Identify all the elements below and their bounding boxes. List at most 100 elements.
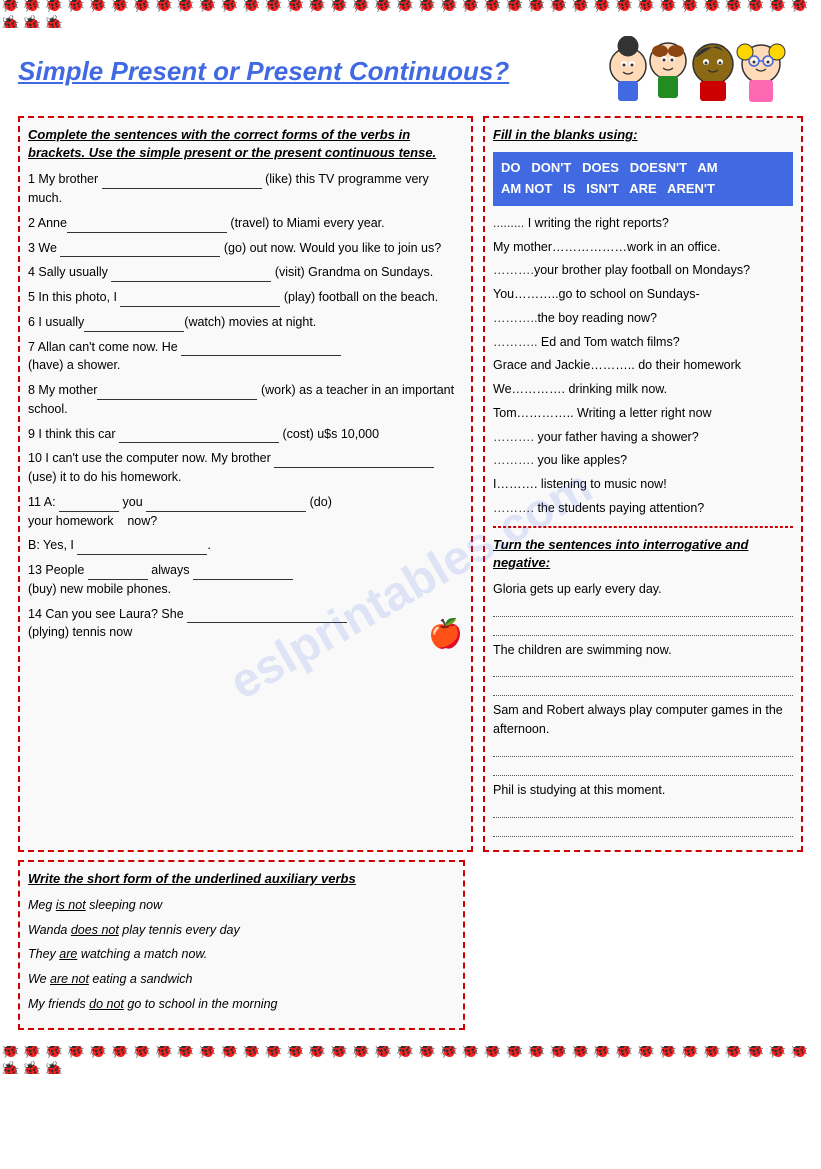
fill-item-12: I………. listening to music now! (493, 475, 793, 494)
exercise-10: 10 I can't use the computer now. My brot… (28, 449, 463, 487)
ex1-num: 1 My brother (28, 172, 102, 186)
blank-11b[interactable] (146, 498, 306, 512)
top-border: 🐞🐞🐞🐞🐞🐞🐞🐞🐞🐞🐞🐞🐞🐞🐞🐞🐞🐞🐞🐞🐞🐞🐞🐞🐞🐞🐞🐞🐞🐞🐞🐞🐞🐞🐞🐞🐞🐞🐞🐞 (0, 0, 821, 28)
ex4-num: 4 Sally usually (28, 265, 111, 279)
exercise-3: 3 We (go) out now. Would you like to joi… (28, 239, 463, 258)
fill-item-11: ………. you like apples? (493, 451, 793, 470)
ex4-verb: (visit) Grandma on Sundays. (271, 265, 433, 279)
ex2-verb: (travel) to Miami every year. (227, 216, 385, 230)
fill-item-13: ………. the students paying attention? (493, 499, 793, 518)
exercise-6: 6 I usually (watch) movies at night. (28, 313, 463, 332)
fill-item-3: ……….your brother play football on Monday… (493, 261, 793, 280)
blank-11c[interactable] (77, 541, 207, 555)
short-sentence-3: They are watching a match now. (28, 945, 455, 964)
ex11b-text: B: Yes, I (28, 538, 77, 552)
border-icons-bottom: 🐞🐞🐞🐞🐞🐞🐞🐞🐞🐞🐞🐞🐞🐞🐞🐞🐞🐞🐞🐞🐞🐞🐞🐞🐞🐞🐞🐞🐞🐞🐞🐞🐞🐞🐞🐞🐞🐞🐞🐞 (0, 1046, 821, 1074)
fill-item-6: ……….. Ed and Tom watch films? (493, 333, 793, 352)
ex14-verb: (plying) tennis now (28, 625, 132, 639)
ex11-verb: (do) (306, 495, 332, 509)
ex2-num: 2 Anne (28, 216, 67, 230)
exercise-8: 8 My mother (work) as a teacher in an im… (28, 381, 463, 419)
ex13-num: 13 People (28, 563, 88, 577)
apple-icon: 🍎 (428, 613, 463, 655)
blank-9[interactable] (119, 429, 279, 443)
fill-item-5: ………..the boy reading now? (493, 309, 793, 328)
ex6-verb: (watch) movies at night. (184, 315, 316, 329)
blank-5[interactable] (120, 293, 280, 307)
blank-13b[interactable] (193, 566, 293, 580)
ex3-num: 3 We (28, 241, 60, 255)
ex11b-period: . (207, 538, 210, 552)
blank-14[interactable] (187, 609, 347, 623)
right-divider (493, 526, 793, 528)
fill-item-10: ………. your father having a shower? (493, 428, 793, 447)
turn-item-1: Gloria gets up early every day. (493, 580, 793, 599)
short-sentence-5: My friends do not go to school in the mo… (28, 995, 455, 1014)
cartoon-figures (603, 36, 803, 106)
answer-line-2b[interactable] (493, 682, 793, 696)
ex7-verb: (have) a shower. (28, 358, 120, 372)
fill-item-4: You………..go to school on Sundays- (493, 285, 793, 304)
word-bank: DO DON'T DOES DOESN'T AM AM NOT IS ISN'T… (493, 152, 793, 206)
ex10-verb: (use) it to do his homework. (28, 470, 182, 484)
fill-item-7: Grace and Jackie……….. do their homework (493, 356, 793, 375)
blank-11a[interactable] (59, 498, 119, 512)
answer-line-3a[interactable] (493, 743, 793, 757)
left-column: Complete the sentences with the correct … (18, 116, 473, 852)
ex11-you: you (119, 495, 146, 509)
exercise-14: 14 Can you see Laura? She (plying) tenni… (28, 605, 463, 643)
ex11-a: 11 A: (28, 495, 59, 509)
ex6-num: 6 I usually (28, 315, 84, 329)
blank-7[interactable] (181, 342, 341, 356)
ex14-num: 14 Can you see Laura? She (28, 607, 187, 621)
blank-3[interactable] (60, 243, 220, 257)
ex11-rest: your homework now? (28, 514, 157, 528)
two-columns: Complete the sentences with the correct … (18, 116, 803, 852)
exercise-2: 2 Anne (travel) to Miami every year. (28, 214, 463, 233)
bottom-border: 🐞🐞🐞🐞🐞🐞🐞🐞🐞🐞🐞🐞🐞🐞🐞🐞🐞🐞🐞🐞🐞🐞🐞🐞🐞🐞🐞🐞🐞🐞🐞🐞🐞🐞🐞🐞🐞🐞🐞🐞 (0, 1046, 821, 1074)
turn-item-3: Sam and Robert always play computer game… (493, 701, 793, 739)
blank-8[interactable] (97, 386, 257, 400)
ex13-verb: (buy) new mobile phones. (28, 582, 171, 596)
ex8-num: 8 My mother (28, 383, 97, 397)
ex7-num: 7 Allan can't come now. He (28, 340, 181, 354)
fill-instruction: Fill in the blanks using: (493, 126, 793, 144)
answer-line-4a[interactable] (493, 804, 793, 818)
fill-item-1: ......... I writing the right reports? (493, 214, 793, 233)
answer-line-2a[interactable] (493, 663, 793, 677)
short-form-section: Write the short form of the underlined a… (18, 860, 465, 1030)
exercise-13: 13 People always (buy) new mobile phones… (28, 561, 463, 599)
exercise-4: 4 Sally usually (visit) Grandma on Sunda… (28, 263, 463, 282)
blank-2[interactable] (67, 219, 227, 233)
turn-item-4: Phil is studying at this moment. (493, 781, 793, 800)
left-instruction: Complete the sentences with the correct … (28, 126, 463, 162)
answer-line-1b[interactable] (493, 622, 793, 636)
fill-item-8: We…………. drinking milk now. (493, 380, 793, 399)
ex9-num: 9 I think this car (28, 427, 119, 441)
answer-line-3b[interactable] (493, 762, 793, 776)
short-form-instruction: Write the short form of the underlined a… (28, 870, 455, 888)
ex3-verb: (go) out now. Would you like to join us? (220, 241, 441, 255)
page-title: Simple Present or Present Continuous? (18, 56, 509, 87)
border-icons: 🐞🐞🐞🐞🐞🐞🐞🐞🐞🐞🐞🐞🐞🐞🐞🐞🐞🐞🐞🐞🐞🐞🐞🐞🐞🐞🐞🐞🐞🐞🐞🐞🐞🐞🐞🐞🐞🐞🐞🐞 (0, 0, 821, 28)
blank-4[interactable] (111, 268, 271, 282)
short-sentence-4: We are not eating a sandwich (28, 970, 455, 989)
right-column: Fill in the blanks using: DO DON'T DOES … (483, 116, 803, 852)
fill-item-9: Tom………….. Writing a letter right now (493, 404, 793, 423)
exercise-9: 9 I think this car (cost) u$s 10,000 (28, 425, 463, 444)
exercise-11b: B: Yes, I . (28, 536, 463, 555)
turn-instruction: Turn the sentences into interrogative an… (493, 536, 793, 572)
answer-line-4b[interactable] (493, 823, 793, 837)
blank-10[interactable] (274, 454, 434, 468)
exercise-7: 7 Allan can't come now. He (have) a show… (28, 338, 463, 376)
short-sentence-1: Meg is not sleeping now (28, 896, 455, 915)
ex9-verb: (cost) u$s 10,000 (279, 427, 379, 441)
main-content: Simple Present or Present Continuous? (0, 28, 821, 1038)
exercise-5: 5 In this photo, I (play) football on th… (28, 288, 463, 307)
short-sentence-2: Wanda does not play tennis every day (28, 921, 455, 940)
blank-6[interactable] (84, 318, 184, 332)
blank-13a[interactable] (88, 566, 148, 580)
answer-line-1a[interactable] (493, 603, 793, 617)
blank-1[interactable] (102, 175, 262, 189)
exercise-1: 1 My brother (like) this TV programme ve… (28, 170, 463, 208)
